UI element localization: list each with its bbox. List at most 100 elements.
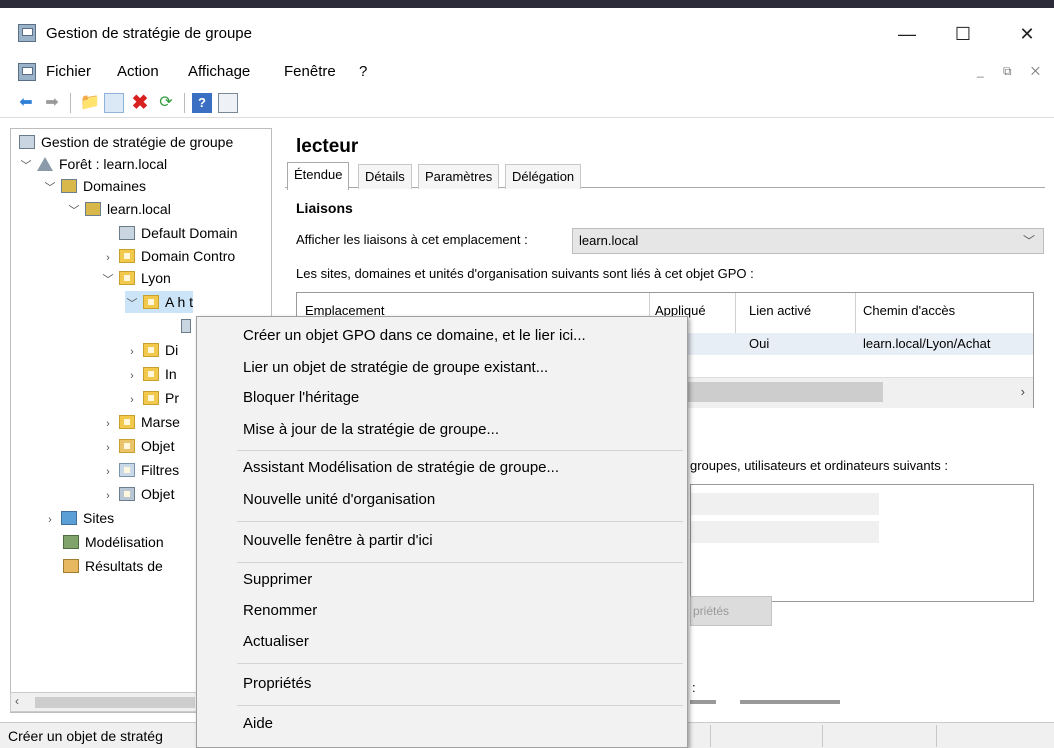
tab-etendue[interactable]: Étendue <box>287 162 350 190</box>
tree-gpo-objects[interactable]: › Objet <box>101 435 174 457</box>
scrollbar-thumb[interactable] <box>683 382 883 402</box>
expand-down-icon[interactable]: ﹀ <box>43 177 57 199</box>
tree-wmi-filters[interactable]: › Filtres <box>101 459 179 481</box>
menu-item-rename[interactable]: Renommer <box>243 602 317 619</box>
expand-right-icon[interactable]: › <box>101 461 115 483</box>
tree-forest[interactable]: ﹀ Forêt : learn.local <box>19 153 168 177</box>
help-icon[interactable]: ? <box>192 93 212 113</box>
tree-results[interactable]: Résultats de <box>59 555 163 577</box>
ou-folder-icon <box>143 367 159 381</box>
expand-right-icon[interactable]: › <box>101 413 115 435</box>
starter-gpo-icon <box>119 487 135 501</box>
tree-root[interactable]: Gestion de stratégie de groupe <box>15 131 233 153</box>
list-item[interactable] <box>691 493 879 515</box>
system-menu-icon[interactable] <box>18 63 36 81</box>
expand-right-icon[interactable]: › <box>125 365 139 387</box>
expand-down-icon[interactable]: ﹀ <box>125 293 139 315</box>
menu-item-refresh[interactable]: Actualiser <box>243 633 309 650</box>
menu-item-delete[interactable]: Supprimer <box>243 571 312 588</box>
expand-down-icon[interactable]: ﹀ <box>19 155 33 177</box>
expand-right-icon[interactable]: › <box>125 389 139 411</box>
context-menu: Créer un objet GPO dans ce domaine, et l… <box>196 316 688 748</box>
expand-right-icon[interactable]: › <box>101 437 115 459</box>
column-header-lien-active[interactable]: Lien activé <box>749 303 811 318</box>
menu-item-modeling-wizard[interactable]: Assistant Modélisation de stratégie de g… <box>243 459 559 476</box>
ou-folder-icon <box>143 343 159 357</box>
tree-ou-di[interactable]: › Di <box>125 339 178 361</box>
tree-sites[interactable]: › Sites <box>43 507 114 529</box>
security-filter-list[interactable] <box>690 484 1034 602</box>
maximize-button[interactable]: ☐ <box>940 20 986 48</box>
status-divider <box>710 725 711 747</box>
menu-affichage[interactable]: Affichage <box>188 63 250 80</box>
gpmc-icon <box>19 135 35 149</box>
expand-right-icon[interactable]: › <box>101 485 115 507</box>
partial-control <box>690 700 716 704</box>
close-button[interactable]: ✕ <box>1004 20 1050 48</box>
tree-modeling[interactable]: Modélisation <box>59 531 164 553</box>
tree-starter-gpos[interactable]: › Objet <box>101 483 174 505</box>
menu-action[interactable]: Action <box>117 63 159 80</box>
back-arrow-icon[interactable]: ⬅ <box>16 93 36 113</box>
modeling-icon <box>63 535 79 549</box>
delete-icon[interactable]: ✖ <box>130 93 150 113</box>
expand-right-icon[interactable]: › <box>43 509 57 531</box>
list-item[interactable] <box>691 521 879 543</box>
tree-ou-lyon[interactable]: ﹀ Lyon <box>101 267 171 289</box>
tab-details[interactable]: Détails <box>358 164 412 189</box>
scroll-right-icon[interactable]: › <box>1021 384 1025 399</box>
tree-ou-pr[interactable]: › Pr <box>125 387 179 409</box>
menu-item-new-ou[interactable]: Nouvelle unité d'organisation <box>243 491 435 508</box>
menu-item-create-gpo-link[interactable]: Créer un objet GPO dans ce domaine, et l… <box>243 327 586 344</box>
menu-item-link-existing-gpo[interactable]: Lier un objet de stratégie de groupe exi… <box>243 359 548 376</box>
tab-parametres[interactable]: Paramètres <box>418 164 500 189</box>
menu-fichier[interactable]: Fichier <box>46 63 91 80</box>
refresh-icon[interactable]: ⟳ <box>156 93 176 113</box>
tree-ou-achat[interactable]: ﹀ A h t <box>125 291 194 315</box>
menu-item-new-window[interactable]: Nouvelle fenêtre à partir d'ici <box>243 532 433 549</box>
cell-chemin: learn.local/Lyon/Achat <box>863 336 991 351</box>
expand-down-icon[interactable]: ﹀ <box>101 269 115 291</box>
location-select[interactable]: learn.local ﹀ <box>572 228 1044 254</box>
tree-ou-marseille[interactable]: › Marse <box>101 411 180 433</box>
console-tree-icon[interactable] <box>104 93 124 113</box>
tree-domain-learn-local[interactable]: ﹀ learn.local <box>67 198 171 220</box>
partial-label: : <box>692 680 696 695</box>
forward-arrow-icon[interactable]: ➡ <box>42 93 62 113</box>
menu-item-block-inheritance[interactable]: Bloquer l'héritage <box>243 389 359 406</box>
proprietes-button[interactable]: priétés <box>690 596 772 626</box>
scrollbar-thumb[interactable] <box>35 697 195 708</box>
status-text: Créer un objet de stratég <box>8 728 163 744</box>
menu-separator <box>237 562 683 563</box>
column-header-chemin[interactable]: Chemin d'accès <box>863 303 955 318</box>
menu-item-help[interactable]: Aide <box>243 715 273 732</box>
ou-folder-icon <box>143 391 159 405</box>
sites-icon <box>61 511 77 525</box>
minimize-button[interactable]: — <box>884 20 930 48</box>
view-icon[interactable] <box>218 93 238 113</box>
menu-fenetre[interactable]: Fenêtre <box>284 63 336 80</box>
status-divider <box>936 725 937 747</box>
tab-delegation[interactable]: Délégation <box>505 164 582 189</box>
mdi-window-controls[interactable]: _ ⧉ ✕ <box>977 64 1048 79</box>
up-folder-icon[interactable]: 📁 <box>80 93 100 113</box>
location-select-value: learn.local <box>579 233 639 248</box>
tree-ou-in[interactable]: › In <box>125 363 177 385</box>
tree-domain-controllers[interactable]: › Domain Contro <box>101 245 235 267</box>
scroll-left-icon[interactable]: ‹ <box>15 694 19 708</box>
tree-domains[interactable]: ﹀ Domaines <box>43 175 147 199</box>
menu-help[interactable]: ? <box>359 63 367 80</box>
partial-control <box>740 700 840 704</box>
expand-down-icon[interactable]: ﹀ <box>67 200 81 222</box>
results-icon <box>63 559 79 573</box>
tree-default-domain-policy[interactable]: Default Domain <box>115 222 238 244</box>
chevron-down-icon: ﹀ <box>1022 234 1035 248</box>
expand-right-icon[interactable]: › <box>101 247 115 269</box>
wmi-filters-icon <box>119 463 135 477</box>
menu-item-properties[interactable]: Propriétés <box>243 675 311 692</box>
tree-gpo-link-lecteur[interactable] <box>177 315 197 337</box>
expand-right-icon[interactable]: › <box>125 341 139 363</box>
gpmc-app-icon <box>18 24 36 42</box>
menu-item-gp-update[interactable]: Mise à jour de la stratégie de groupe... <box>243 421 499 438</box>
title-bar: Gestion de stratégie de groupe — ☐ ✕ <box>0 8 1054 56</box>
